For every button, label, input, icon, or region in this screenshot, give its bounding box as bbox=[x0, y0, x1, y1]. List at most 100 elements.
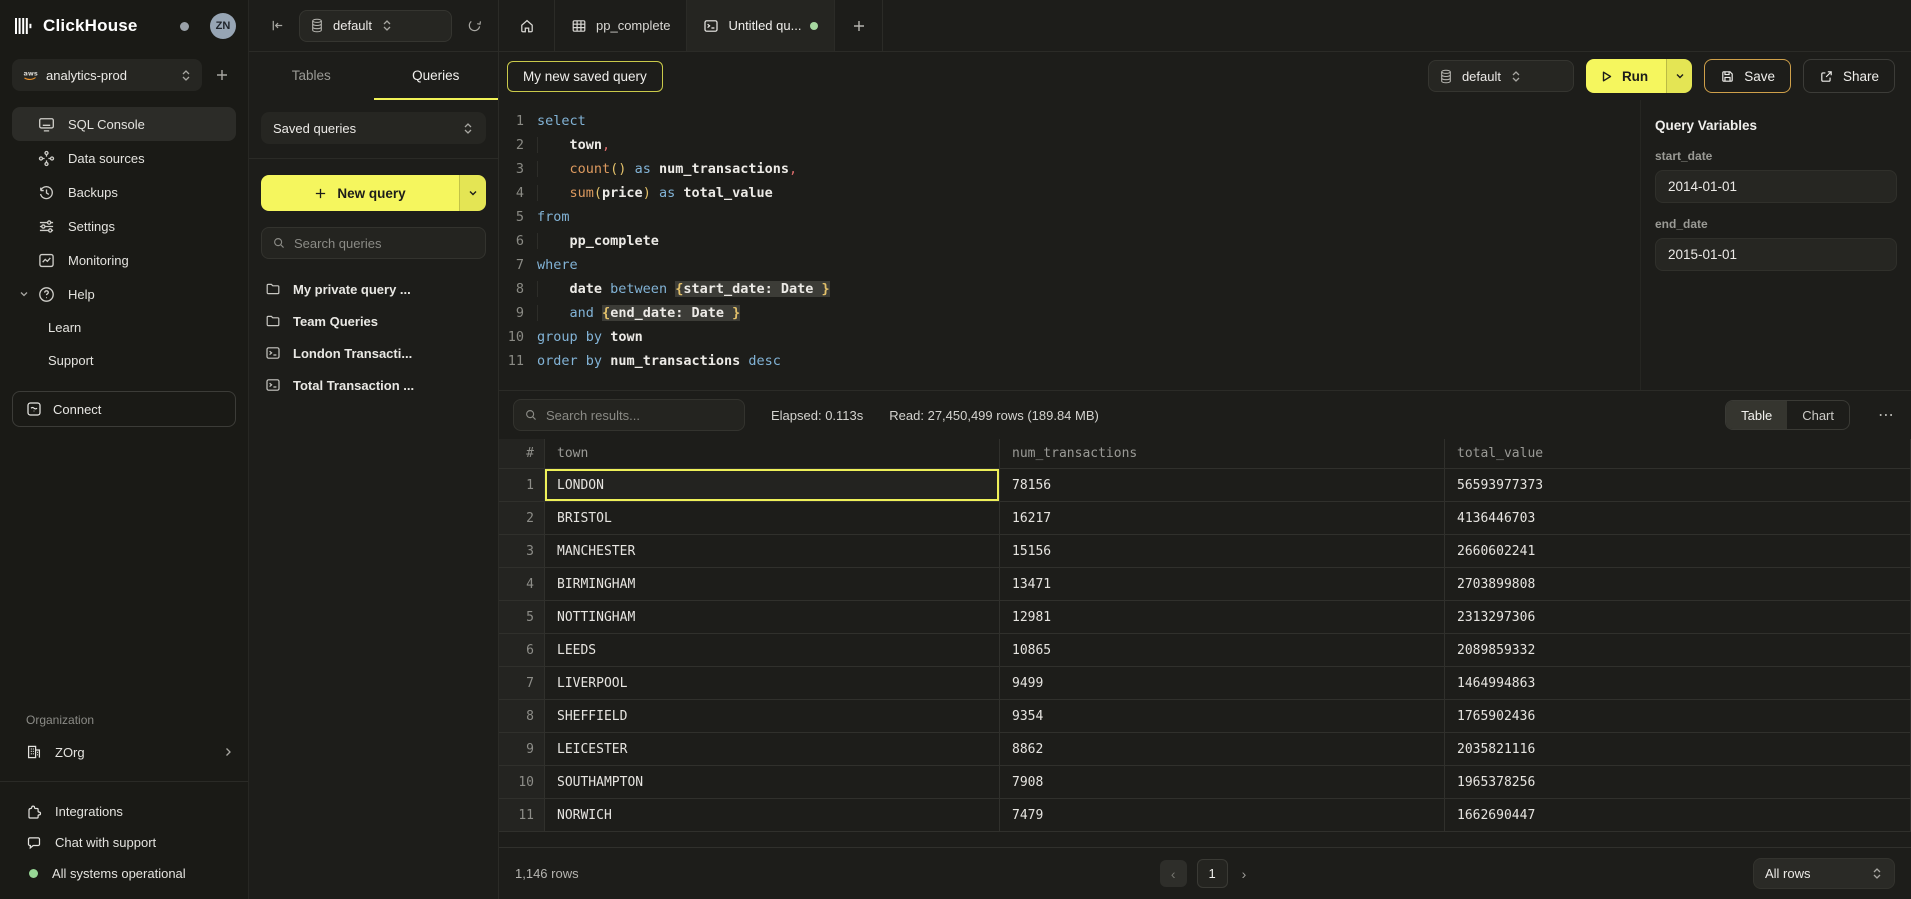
run-options-button[interactable] bbox=[1666, 59, 1692, 93]
table-cell[interactable]: 12981 bbox=[1000, 601, 1445, 634]
view-chart-button[interactable]: Chart bbox=[1787, 401, 1849, 429]
end-date-field[interactable] bbox=[1655, 238, 1897, 271]
table-cell[interactable]: SOUTHAMPTON bbox=[545, 766, 1000, 799]
tab-untitled-query[interactable]: Untitled qu... bbox=[687, 0, 835, 51]
table-cell[interactable]: MANCHESTER bbox=[545, 535, 1000, 568]
table-cell[interactable]: 4136446703 bbox=[1445, 502, 1911, 535]
connect-button[interactable]: Connect bbox=[12, 391, 236, 427]
sidebar-item-learn[interactable]: Learn bbox=[12, 311, 236, 344]
table-cell[interactable]: 8862 bbox=[1000, 733, 1445, 766]
sidebar-item-monitoring[interactable]: Monitoring bbox=[12, 243, 236, 277]
refresh-icon[interactable] bbox=[460, 12, 488, 40]
new-query-options-button[interactable] bbox=[459, 175, 486, 211]
run-button[interactable]: Run bbox=[1586, 59, 1666, 93]
table-cell[interactable]: NOTTINGHAM bbox=[545, 601, 1000, 634]
previous-page-button[interactable]: ‹ bbox=[1160, 860, 1187, 887]
query-item-london-transactions[interactable]: London Transacti... bbox=[249, 337, 498, 369]
code-line[interactable]: 3 count() as num_transactions, bbox=[499, 157, 1640, 181]
sidebar-item-backups[interactable]: Backups bbox=[12, 175, 236, 209]
sidebar-item-integrations[interactable]: Integrations bbox=[0, 796, 248, 827]
column-header[interactable]: # bbox=[499, 439, 545, 469]
organization-row[interactable]: ZOrg bbox=[0, 735, 248, 769]
new-query-button[interactable]: New query bbox=[261, 175, 459, 211]
table-cell[interactable]: LEICESTER bbox=[545, 733, 1000, 766]
sidebar-item-support[interactable]: Support bbox=[12, 344, 236, 377]
query-folder-my-private[interactable]: My private query ... bbox=[249, 273, 498, 305]
search-queries-input[interactable] bbox=[294, 236, 475, 251]
sidebar-item-system-status[interactable]: All systems operational bbox=[0, 858, 248, 889]
notification-dot-icon[interactable] bbox=[180, 22, 189, 31]
column-header[interactable]: town bbox=[545, 439, 1000, 469]
column-header[interactable]: total_value bbox=[1445, 439, 1911, 469]
table-cell[interactable]: LIVERPOOL bbox=[545, 667, 1000, 700]
table-cell[interactable]: NORWICH bbox=[545, 799, 1000, 832]
sql-editor[interactable]: 1select2 town,3 count() as num_transacti… bbox=[499, 100, 1640, 390]
start-date-field[interactable] bbox=[1655, 170, 1897, 203]
collapse-sidebar-button[interactable] bbox=[263, 12, 291, 40]
table-cell[interactable]: 10865 bbox=[1000, 634, 1445, 667]
current-page-number[interactable]: 1 bbox=[1197, 859, 1228, 888]
table-cell[interactable]: BRISTOL bbox=[545, 502, 1000, 535]
avatar[interactable]: ZN bbox=[210, 13, 236, 39]
more-options-icon[interactable]: ⋯ bbox=[1876, 405, 1897, 425]
database-select[interactable]: default bbox=[299, 10, 452, 42]
new-tab-button[interactable] bbox=[835, 0, 883, 51]
table-cell[interactable]: 78156 bbox=[1000, 469, 1445, 502]
query-folder-team-queries[interactable]: Team Queries bbox=[249, 305, 498, 337]
next-page-button[interactable]: › bbox=[1238, 866, 1251, 882]
saved-query-tab[interactable]: My new saved query bbox=[507, 61, 663, 92]
code-line[interactable]: 5from bbox=[499, 205, 1640, 229]
run-database-select[interactable]: default bbox=[1428, 60, 1574, 92]
save-button[interactable]: Save bbox=[1704, 59, 1791, 93]
table-cell[interactable]: 1965378256 bbox=[1445, 766, 1911, 799]
table-cell[interactable]: 15156 bbox=[1000, 535, 1445, 568]
query-collection-select[interactable]: Saved queries bbox=[261, 112, 486, 144]
table-cell[interactable]: 7908 bbox=[1000, 766, 1445, 799]
tab-home[interactable] bbox=[499, 0, 555, 51]
tab-queries[interactable]: Queries bbox=[374, 52, 499, 100]
table-cell[interactable]: 7479 bbox=[1000, 799, 1445, 832]
table-cell[interactable]: 13471 bbox=[1000, 568, 1445, 601]
table-cell[interactable]: 1765902436 bbox=[1445, 700, 1911, 733]
sidebar-item-settings[interactable]: Settings bbox=[12, 209, 236, 243]
table-cell[interactable]: 9354 bbox=[1000, 700, 1445, 733]
chevron-down-icon[interactable] bbox=[19, 289, 29, 299]
sidebar-item-data-sources[interactable]: Data sources bbox=[12, 141, 236, 175]
table-cell[interactable]: 2313297306 bbox=[1445, 601, 1911, 634]
table-cell[interactable]: 9499 bbox=[1000, 667, 1445, 700]
table-cell[interactable]: BIRMINGHAM bbox=[545, 568, 1000, 601]
table-cell[interactable]: 16217 bbox=[1000, 502, 1445, 535]
code-line[interactable]: 7where bbox=[499, 253, 1640, 277]
add-workspace-button[interactable] bbox=[208, 61, 236, 89]
code-line[interactable]: 10group by town bbox=[499, 325, 1640, 349]
code-line[interactable]: 11order by num_transactions desc bbox=[499, 349, 1640, 373]
tab-tables[interactable]: Tables bbox=[249, 52, 374, 100]
sidebar-item-sql-console[interactable]: SQL Console bbox=[12, 107, 236, 141]
table-cell[interactable]: LONDON bbox=[545, 469, 1000, 502]
code-line[interactable]: 4 sum(price) as total_value bbox=[499, 181, 1640, 205]
table-cell[interactable]: 2035821116 bbox=[1445, 733, 1911, 766]
column-header[interactable]: num_transactions bbox=[1000, 439, 1445, 469]
tab-pp-complete[interactable]: pp_complete bbox=[555, 0, 687, 51]
query-item-total-transaction[interactable]: Total Transaction ... bbox=[249, 369, 498, 401]
workspace-select[interactable]: aws analytics-prod bbox=[12, 59, 202, 91]
share-button[interactable]: Share bbox=[1803, 59, 1895, 93]
search-results-input[interactable] bbox=[546, 408, 734, 423]
sidebar-item-chat-support[interactable]: Chat with support bbox=[0, 827, 248, 858]
code-line[interactable]: 2 town, bbox=[499, 133, 1640, 157]
sidebar-item-help[interactable]: Help bbox=[12, 277, 236, 311]
page-size-select[interactable]: All rows bbox=[1753, 858, 1895, 889]
view-table-button[interactable]: Table bbox=[1726, 401, 1787, 429]
table-cell[interactable]: LEEDS bbox=[545, 634, 1000, 667]
code-line[interactable]: 1select bbox=[499, 109, 1640, 133]
table-cell[interactable]: 2089859332 bbox=[1445, 634, 1911, 667]
table-cell[interactable]: 2703899808 bbox=[1445, 568, 1911, 601]
table-cell[interactable]: 1464994863 bbox=[1445, 667, 1911, 700]
code-line[interactable]: 6 pp_complete bbox=[499, 229, 1640, 253]
code-line[interactable]: 8 date between {start_date: Date } bbox=[499, 277, 1640, 301]
table-cell[interactable]: 2660602241 bbox=[1445, 535, 1911, 568]
table-cell[interactable]: SHEFFIELD bbox=[545, 700, 1000, 733]
table-cell[interactable]: 56593977373 bbox=[1445, 469, 1911, 502]
code-line[interactable]: 9 and {end_date: Date } bbox=[499, 301, 1640, 325]
table-cell[interactable]: 1662690447 bbox=[1445, 799, 1911, 832]
